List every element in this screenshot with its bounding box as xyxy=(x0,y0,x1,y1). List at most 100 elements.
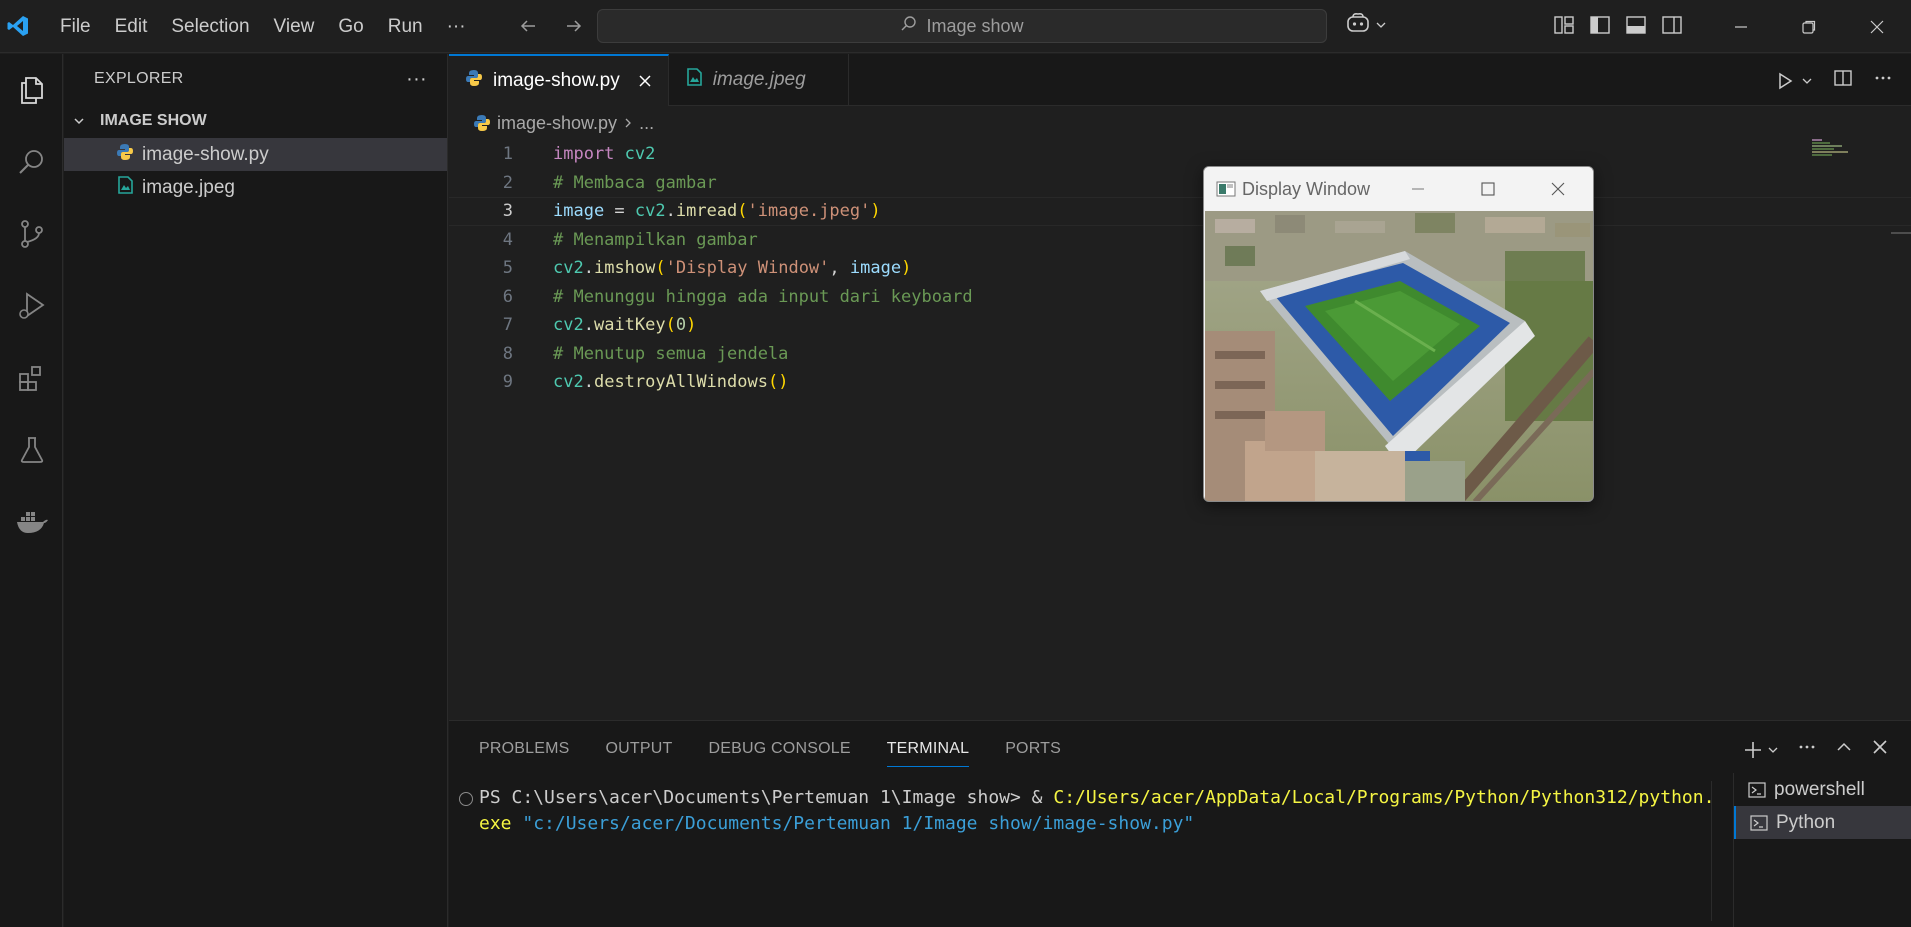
tab-image-jpeg[interactable]: image.jpeg xyxy=(669,54,849,106)
file-name: image.jpeg xyxy=(142,176,235,198)
files-icon[interactable] xyxy=(0,54,63,126)
run-debug-icon[interactable] xyxy=(0,270,63,342)
token: image xyxy=(849,258,902,279)
testing-icon[interactable] xyxy=(0,414,63,486)
maximize-icon[interactable] xyxy=(1453,167,1523,211)
folder-image-show[interactable]: IMAGE SHOW xyxy=(64,104,447,138)
line-number: 7 xyxy=(502,315,513,336)
search-icon[interactable] xyxy=(0,126,63,198)
terminal-item-powershell[interactable]: powershell xyxy=(1734,773,1911,806)
minimap[interactable] xyxy=(1812,138,1856,158)
token: . xyxy=(665,201,676,222)
command-status-icon[interactable] xyxy=(459,792,473,806)
restore-icon[interactable] xyxy=(1775,0,1843,53)
close-tab-icon[interactable] xyxy=(638,74,652,88)
menu-run[interactable]: Run xyxy=(376,0,435,53)
token: 'Display Window' xyxy=(665,258,830,279)
toggle-panel-icon[interactable] xyxy=(1625,14,1647,36)
token: cv2 xyxy=(553,315,584,336)
bottom-panel: PROBLEMS OUTPUT DEBUG CONSOLE TERMINAL P… xyxy=(449,720,1911,927)
customize-layout-icon[interactable] xyxy=(1553,14,1575,36)
menu-view[interactable]: View xyxy=(262,0,327,53)
split-editor-icon[interactable] xyxy=(1833,68,1853,93)
display-window[interactable]: Display Window xyxy=(1203,166,1594,502)
token: # Menunggu hingga ada input dari keyboar… xyxy=(553,286,973,307)
terminal-item-python[interactable]: Python xyxy=(1734,806,1911,839)
vscode-logo-icon xyxy=(0,8,36,44)
file-item-image-show-py[interactable]: image-show.py xyxy=(64,138,447,171)
search-icon xyxy=(900,15,918,38)
tab-debug-console[interactable]: DEBUG CONSOLE xyxy=(709,740,851,758)
breadcrumb-file[interactable]: image-show.py xyxy=(497,113,617,134)
explorer-more-button[interactable]: ··· xyxy=(406,68,427,91)
terminal-scrollbar[interactable] xyxy=(1711,781,1719,921)
new-terminal-icon[interactable] xyxy=(1743,740,1779,760)
chevron-right-icon xyxy=(623,113,633,134)
maximize-panel-icon[interactable] xyxy=(1835,738,1853,761)
activity-bar xyxy=(0,54,63,927)
close-panel-icon[interactable] xyxy=(1871,738,1889,761)
token: # Membaca gambar xyxy=(553,172,717,193)
token: 0 xyxy=(675,315,687,336)
title-bar: File Edit Selection View Go Run ··· Imag… xyxy=(0,0,1911,53)
terminal-prompt: PS C:\Users\acer\Documents\Pertemuan 1\I… xyxy=(479,787,1054,808)
python-file-icon xyxy=(465,69,483,93)
terminal-name: Python xyxy=(1776,811,1836,833)
token: ( xyxy=(655,258,666,279)
minimize-icon[interactable] xyxy=(1383,167,1453,211)
chevron-down-icon xyxy=(72,114,94,128)
toggle-secondary-sidebar-icon[interactable] xyxy=(1661,14,1683,36)
editor-tabs: image-show.py image.jpeg xyxy=(449,54,1911,106)
extensions-icon[interactable] xyxy=(0,342,63,414)
stadium-photo xyxy=(1205,211,1593,501)
tab-output[interactable]: OUTPUT xyxy=(606,740,673,758)
minimize-icon[interactable] xyxy=(1707,0,1775,53)
tab-ports[interactable]: PORTS xyxy=(1005,740,1061,758)
docker-icon[interactable] xyxy=(0,486,63,558)
command-center-search[interactable]: Image show xyxy=(597,9,1327,43)
token: . xyxy=(583,372,594,393)
menu-edit[interactable]: Edit xyxy=(103,0,160,53)
token: , xyxy=(829,258,850,279)
source-control-icon[interactable] xyxy=(0,198,63,270)
file-item-image-jpeg[interactable]: image.jpeg xyxy=(64,171,447,204)
code-line: 5 cv2.imshow('Display Window', image) xyxy=(449,254,1911,283)
tab-problems[interactable]: PROBLEMS xyxy=(479,740,570,758)
code-line: 8 # Menutup semua jendela xyxy=(449,340,1911,369)
terminal-output[interactable]: PS C:\Users\acer\Documents\Pertemuan 1\I… xyxy=(459,785,1911,837)
copilot-button[interactable] xyxy=(1345,12,1387,39)
toggle-primary-sidebar-icon[interactable] xyxy=(1589,14,1611,36)
forward-arrow-icon[interactable] xyxy=(560,12,588,40)
more-actions-icon[interactable] xyxy=(1797,737,1817,762)
token: ( xyxy=(737,201,748,222)
more-actions-icon[interactable] xyxy=(1873,68,1893,93)
menu-selection[interactable]: Selection xyxy=(159,0,261,53)
line-number: 1 xyxy=(502,144,513,165)
terminal-icon xyxy=(1750,814,1768,832)
tab-terminal[interactable]: TERMINAL xyxy=(886,731,970,767)
code-editor[interactable]: 1 import cv2 2 # Membaca gambar 3 image … xyxy=(449,140,1911,397)
menu-go[interactable]: Go xyxy=(326,0,375,53)
breadcrumb-symbols[interactable]: ... xyxy=(639,113,654,134)
editor-scrollbar[interactable] xyxy=(1891,140,1911,720)
terminal-name: powershell xyxy=(1774,778,1865,800)
search-text: Image show xyxy=(926,15,1024,36)
run-python-file-icon[interactable] xyxy=(1775,71,1813,91)
close-window-icon[interactable] xyxy=(1523,167,1593,211)
tab-label: image.jpeg xyxy=(712,69,806,90)
code-line-current: 3 image = cv2.imread('image.jpeg') xyxy=(449,197,1911,226)
back-arrow-icon[interactable] xyxy=(514,12,542,40)
menu-more[interactable]: ··· xyxy=(435,0,478,53)
menu-file[interactable]: File xyxy=(48,0,103,53)
python-file-icon xyxy=(473,114,491,132)
token: cv2 xyxy=(553,372,584,393)
close-window-icon[interactable] xyxy=(1843,0,1911,53)
image-file-icon xyxy=(116,175,134,200)
line-number: 5 xyxy=(502,258,513,279)
tab-image-show-py[interactable]: image-show.py xyxy=(449,54,669,106)
token: () xyxy=(767,372,789,393)
token: cv2 xyxy=(634,201,666,222)
token: # Menampilkan gambar xyxy=(553,229,758,250)
token: # Menutup semua jendela xyxy=(553,343,789,364)
token: ) xyxy=(901,258,912,279)
